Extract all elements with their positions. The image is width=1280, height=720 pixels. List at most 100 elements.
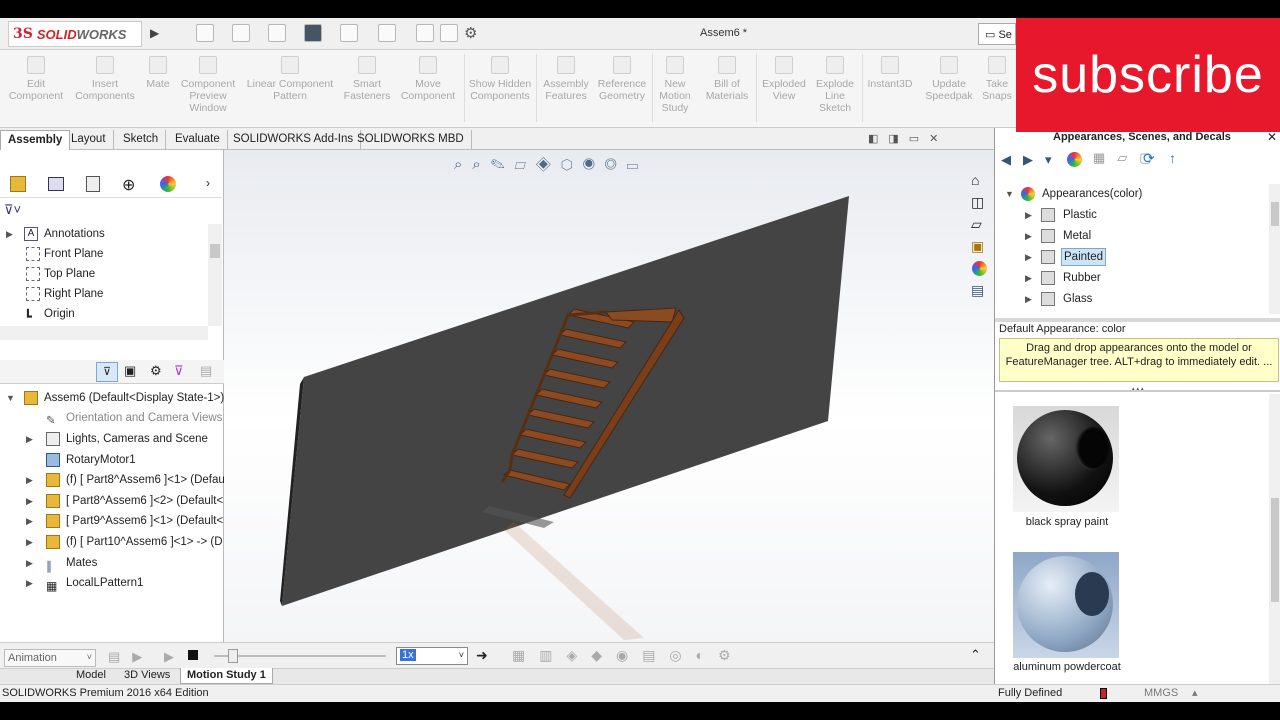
close-icon[interactable]: ✕ [1267, 130, 1277, 144]
tree-vertical-scrollbar[interactable] [208, 224, 222, 326]
tree-row-origin[interactable]: ┗ Origin [0, 304, 208, 324]
tab-evaluate[interactable]: Evaluate [168, 130, 228, 150]
show-hidden-button[interactable]: Show Hidden Components [466, 56, 534, 102]
study-type-select[interactable]: Animation ˅ [4, 649, 96, 667]
search-box[interactable]: ▭ Se [978, 23, 1016, 45]
playback-speed-select[interactable]: 1x ˅ [396, 647, 468, 665]
stop-icon[interactable] [188, 650, 198, 660]
tab-addins[interactable]: SOLIDWORKS Add-Ins [226, 130, 362, 150]
graphics-viewport[interactable]: ⌕⌕✎▱◈⬡◉◎▭ ⌂ ◫ ▱ ▣ ▤ [224, 150, 994, 642]
collapse-icon[interactable]: ⌃ [970, 647, 981, 663]
undo-icon[interactable] [340, 24, 358, 42]
tree-root-assem6[interactable]: ▼ Assem6 (Default<Display State-1>) [0, 388, 224, 408]
splitter[interactable] [995, 318, 1280, 322]
mate-button[interactable]: Mate [142, 56, 174, 90]
solidworks-logo[interactable]: 3S SOLIDWORKS [8, 21, 142, 47]
update-speedpak-button[interactable]: Update Speedpak [922, 56, 976, 102]
tree-row-top-plane[interactable]: Top Plane [0, 264, 208, 284]
swatch-scrollbar[interactable] [1269, 394, 1280, 684]
tree-row-orientation[interactable]: ✎ Orientation and Camera Views [0, 408, 224, 428]
new-document-icon[interactable] [196, 24, 214, 42]
tree-horizontal-scrollbar[interactable] [0, 326, 208, 340]
insert-components-button[interactable]: Insert Components [70, 56, 140, 102]
tab-model[interactable]: Model [70, 668, 112, 684]
file-properties-icon[interactable] [440, 24, 458, 42]
tree-root-appearances[interactable]: ▼ Appearances(color) [995, 184, 1267, 204]
refresh-icon[interactable]: ⟳ [1143, 150, 1155, 167]
motion-tool-icons[interactable]: ▦▥◈◆◉▤◎◐⚙ [512, 647, 745, 664]
playback-mode-icon[interactable]: ➜ [476, 647, 488, 664]
tab-layout[interactable]: Layout [64, 130, 114, 150]
swatch-black-spray-paint[interactable] [1013, 406, 1119, 512]
subscribe-banner[interactable]: subscribe [1016, 18, 1280, 132]
property-manager-icon[interactable] [48, 177, 64, 191]
open-folder-icon[interactable] [232, 24, 250, 42]
display-manager-icon[interactable] [160, 176, 176, 192]
feature-manager-icon[interactable] [10, 176, 26, 192]
bill-of-materials-button[interactable]: Bill of Materials [700, 56, 754, 102]
custom-properties-icon[interactable]: ▤ [971, 282, 984, 299]
menu-expand-icon[interactable]: ▶ [150, 26, 159, 40]
tree-row-rotary-motor[interactable]: RotaryMotor1 [0, 450, 224, 470]
filter-mates-icon[interactable]: ⚙ [150, 363, 162, 379]
appearance-folder-plastic[interactable]: ▶ Plastic [995, 205, 1267, 225]
appearance-library-icon[interactable] [1067, 152, 1082, 167]
view-palette-icon[interactable]: ▣ [971, 238, 984, 255]
instant3d-button[interactable]: Instant3D [864, 56, 916, 90]
linear-pattern-button[interactable]: Linear Component Pattern [242, 56, 338, 102]
options-gear-icon[interactable]: ⚙ [464, 24, 477, 42]
tree-row-right-plane[interactable]: Right Plane [0, 284, 208, 304]
filter-icon[interactable]: ⊽˅ [4, 202, 21, 218]
appearances-tab-icon[interactable] [972, 261, 987, 276]
design-library-icon[interactable]: ◫ [971, 194, 984, 211]
appearance-folder-metal[interactable]: ▶ Metal [995, 226, 1267, 246]
tab-assembly[interactable]: Assembly [0, 130, 71, 150]
tab-mbd[interactable]: SOLIDWORKS MBD [350, 130, 472, 150]
rebuild-icon[interactable] [416, 24, 434, 42]
move-component-button[interactable]: Move Component [396, 56, 460, 102]
configuration-manager-icon[interactable] [86, 176, 100, 192]
new-motion-study-button[interactable]: New Motion Study [654, 56, 696, 114]
appearance-folder-glass[interactable]: ▶ Glass [995, 289, 1267, 309]
tree-scrollbar[interactable] [1269, 184, 1280, 314]
reference-geometry-button[interactable]: Reference Geometry [594, 56, 650, 102]
filter-other-icon[interactable]: ▤ [200, 363, 212, 379]
tree-row-part9-1[interactable]: ▶[ Part9^Assem6 ]<1> (Default< [0, 511, 224, 531]
swatch-aluminum-powdercoat[interactable] [1013, 552, 1119, 658]
tree-row-pattern[interactable]: ▶ ▦ LocalLPattern1 [0, 573, 224, 593]
explode-line-sketch-button[interactable]: Explode Line Sketch [810, 56, 860, 114]
playback-slider[interactable] [214, 649, 386, 663]
exploded-view-button[interactable]: Exploded View [758, 56, 810, 102]
tree-row-annotations[interactable]: ▶ A Annotations [0, 224, 208, 244]
select-arrow-icon[interactable] [378, 24, 396, 42]
tab-3d-views[interactable]: 3D Views [118, 668, 176, 684]
appearance-folder-painted[interactable]: ▶ Painted [995, 247, 1267, 267]
playback-controls[interactable]: ▤▶ [108, 649, 154, 665]
edit-component-button[interactable]: Edit Component [4, 56, 68, 102]
units-label[interactable]: MMGS [1144, 685, 1178, 702]
save-icon[interactable] [268, 24, 286, 42]
filter-features-icon[interactable]: ⊽ [174, 363, 184, 379]
print-icon[interactable] [304, 24, 322, 42]
filter-components-icon[interactable]: ▣ [124, 363, 136, 379]
play-icon[interactable]: ▶ [164, 649, 174, 665]
component-preview-button[interactable]: Component Preview Window [176, 56, 240, 114]
tree-row-lights[interactable]: ▶ Lights, Cameras and Scene [0, 429, 224, 449]
rebuild-indicator-icon[interactable] [1100, 688, 1107, 699]
up-arrow-icon[interactable]: ↑ [1169, 150, 1176, 166]
tab-motion-study-1[interactable]: Motion Study 1 [180, 668, 273, 684]
filter-funnel-icon[interactable]: ⊽ [96, 362, 118, 382]
smart-fasteners-button[interactable]: Smart Fasteners [340, 56, 394, 102]
home-icon[interactable]: ⌂ [971, 172, 979, 188]
file-explorer-icon[interactable]: ▱ [971, 216, 982, 233]
units-dropdown-icon[interactable]: ▴ [1192, 685, 1198, 702]
assembly-features-button[interactable]: Assembly Features [538, 56, 594, 102]
tree-row-part10-1[interactable]: ▶ (f) [ Part10^Assem6 ]<1> -> (D [0, 532, 224, 552]
tab-sketch[interactable]: Sketch [116, 130, 167, 150]
tree-row-part8-1[interactable]: ▶ (f) [ Part8^Assem6 ]<1> (Defau [0, 470, 224, 490]
dimxpert-icon[interactable]: ⊕ [122, 175, 135, 195]
navigation-icons[interactable]: ◀▶▾ [1001, 152, 1064, 168]
take-snapshot-button[interactable]: Take Snaps [980, 56, 1014, 102]
tree-row-front-plane[interactable]: Front Plane [0, 244, 208, 264]
appearance-folder-rubber[interactable]: ▶ Rubber [995, 268, 1267, 288]
